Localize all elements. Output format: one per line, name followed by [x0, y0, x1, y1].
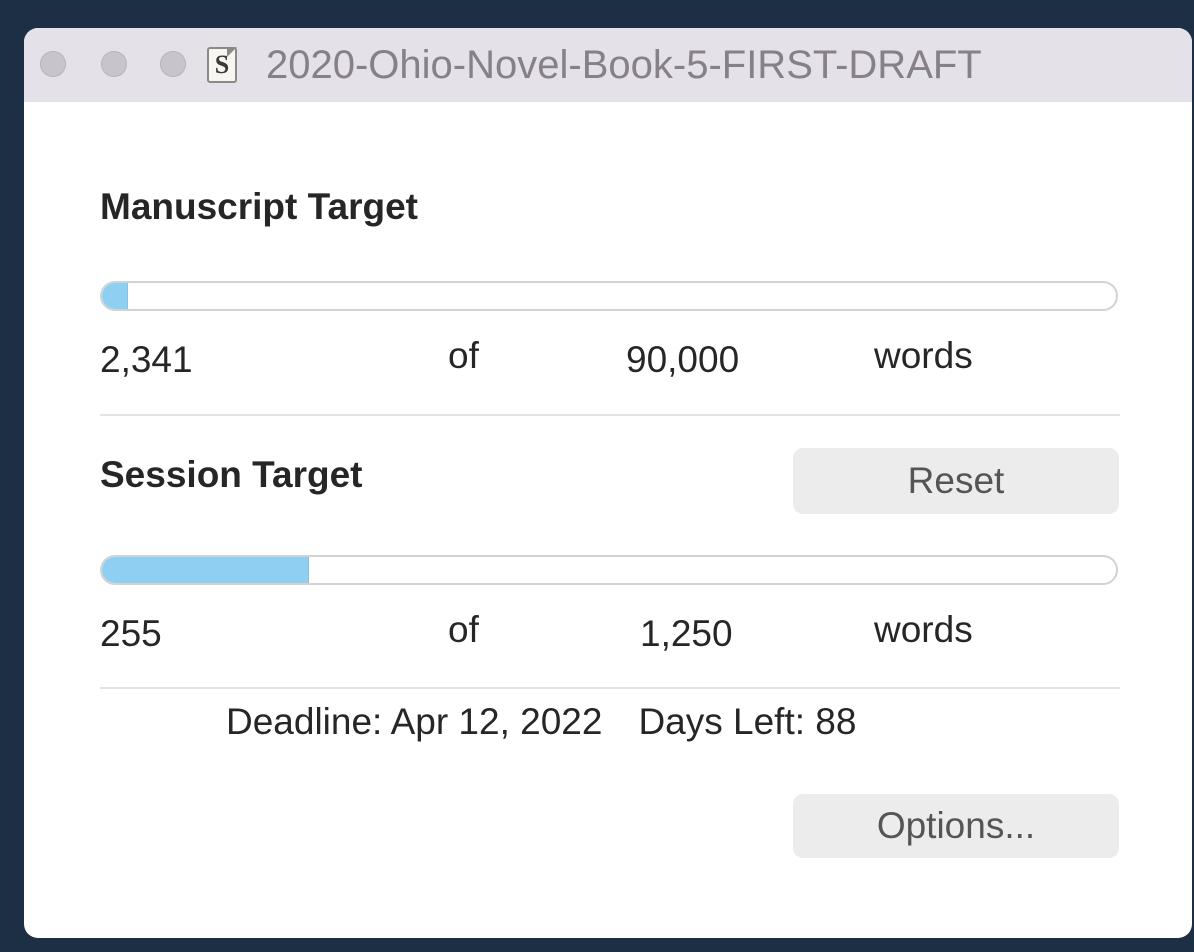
close-window-button[interactable]: [40, 51, 66, 77]
title-bar[interactable]: S 2020-Ohio-Novel-Book-5-FIRST-DRAFT: [24, 28, 1192, 102]
session-current-count[interactable]: 255: [100, 612, 162, 656]
session-target-heading: Session Target: [100, 454, 363, 495]
session-unit-label: words: [874, 609, 973, 650]
manuscript-current-count[interactable]: 2,341: [100, 338, 193, 382]
section-divider: [100, 687, 1120, 689]
days-left-text: Days Left: 88: [638, 701, 857, 742]
section-divider: [100, 414, 1120, 416]
session-target-count[interactable]: 1,250: [640, 612, 733, 656]
session-progress-fill: [102, 557, 309, 583]
manuscript-unit-label: words: [874, 335, 973, 376]
deadline-row: Deadline: Apr 12, 2022 Days Left: 88: [226, 700, 856, 744]
manuscript-progress-fill: [102, 283, 129, 309]
window-title: 2020-Ohio-Novel-Book-5-FIRST-DRAFT: [266, 43, 982, 87]
options-button[interactable]: Options...: [793, 794, 1119, 858]
reset-button[interactable]: Reset: [793, 448, 1119, 514]
zoom-window-button[interactable]: [160, 51, 186, 77]
deadline-text: Deadline: Apr 12, 2022: [226, 701, 603, 742]
session-of-label: of: [448, 609, 479, 650]
manuscript-progress-bar: [100, 281, 1118, 311]
manuscript-of-label: of: [448, 335, 479, 376]
project-targets-window: S 2020-Ohio-Novel-Book-5-FIRST-DRAFT Man…: [24, 28, 1192, 938]
scrivener-s-glyph: S: [214, 50, 230, 79]
manuscript-target-count[interactable]: 90,000: [626, 338, 739, 382]
manuscript-target-heading: Manuscript Target: [100, 186, 418, 227]
minimize-window-button[interactable]: [101, 51, 127, 77]
scrivener-document-icon: S: [207, 47, 237, 83]
session-progress-bar: [100, 555, 1118, 585]
